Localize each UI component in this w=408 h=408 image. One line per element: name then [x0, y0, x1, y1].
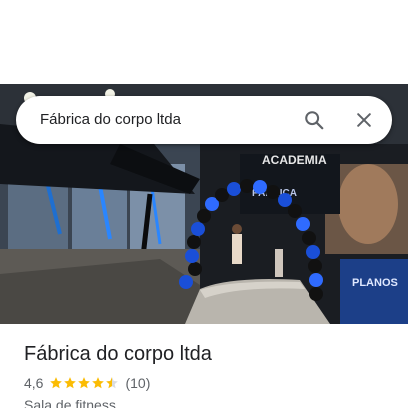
- review-count[interactable]: (10): [125, 375, 150, 391]
- star-icon: [64, 377, 77, 389]
- search-icon[interactable]: [298, 104, 330, 136]
- top-blank-area: [0, 0, 408, 84]
- star-icon: [106, 377, 119, 389]
- rating-row[interactable]: 4,6 (10): [24, 374, 394, 392]
- search-bar[interactable]: Fábrica do corpo ltda: [16, 96, 392, 144]
- place-title[interactable]: Fábrica do corpo ltda: [24, 340, 394, 368]
- rating-value: 4,6: [24, 375, 44, 391]
- star-icon: [50, 377, 63, 389]
- search-query-text[interactable]: Fábrica do corpo ltda: [40, 96, 181, 144]
- star-icon: [92, 377, 105, 389]
- place-category: Sala de fitness: [24, 397, 116, 408]
- star-icon: [78, 377, 91, 389]
- place-info-panel: Fábrica do corpo ltda 4,6 (10) Sala de f…: [24, 340, 394, 408]
- sign-planos: PLANOS: [352, 277, 398, 289]
- close-icon[interactable]: [348, 104, 380, 136]
- star-rating: [49, 376, 119, 390]
- sign-academia: ACADEMIA: [262, 153, 327, 167]
